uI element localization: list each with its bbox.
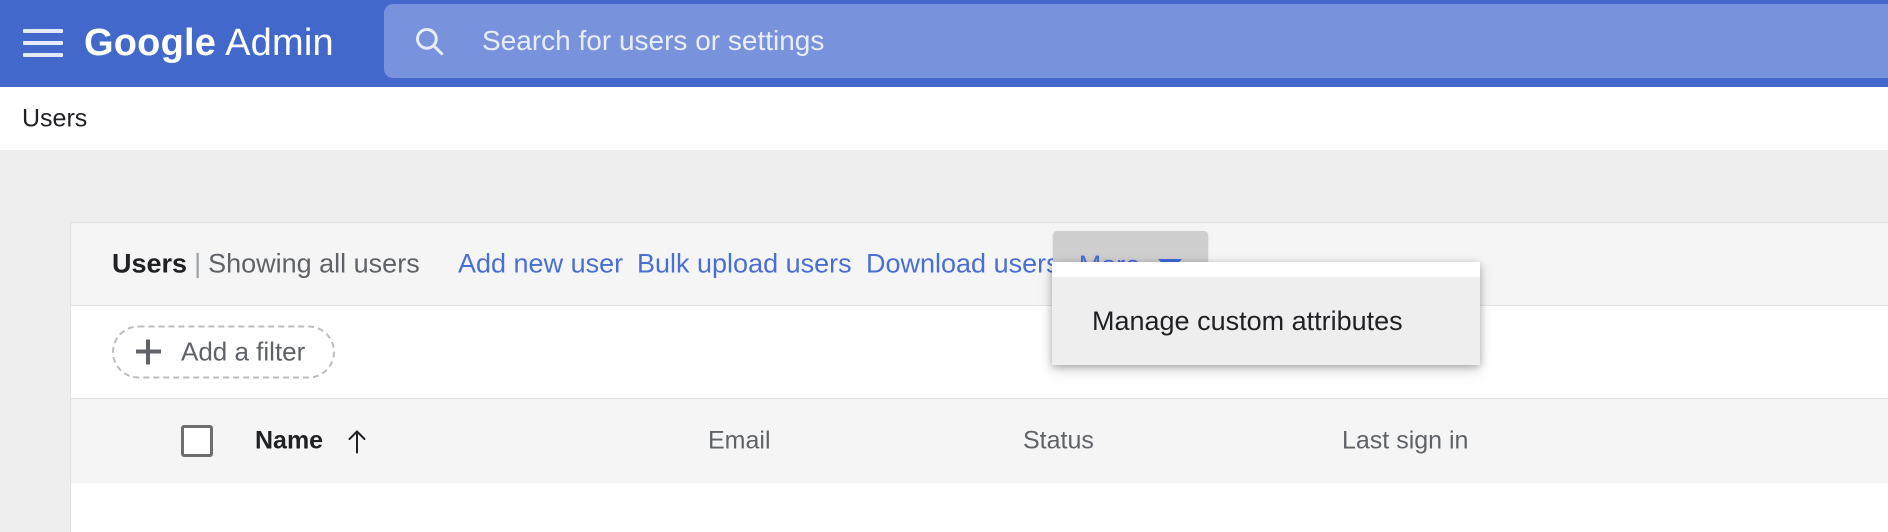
app-bar: Google Admin Search for users or settings — [0, 0, 1888, 87]
download-users-link[interactable]: Download users — [866, 249, 1060, 280]
product-logo: Google Admin — [84, 16, 334, 71]
brand-admin: Admin — [225, 22, 334, 64]
column-header-status[interactable]: Status — [1023, 427, 1094, 456]
arrow-up-icon — [345, 428, 369, 454]
hamburger-bar — [23, 41, 63, 45]
select-all-checkbox[interactable] — [181, 425, 213, 457]
toolbar-title-separator: | — [194, 248, 202, 279]
filter-strip: Add a filter — [71, 306, 1888, 399]
users-toolbar: Users | Showing all users Add new user Bul… — [71, 223, 1888, 306]
users-toolbar-title: Users | Showing all users — [112, 249, 420, 280]
column-header-name-label: Name — [255, 426, 324, 455]
table-header-row: Name Email Status Last sign in — [71, 399, 1888, 483]
breadcrumb-bar: Users — [0, 87, 1888, 150]
add-filter-button[interactable]: Add a filter — [112, 325, 336, 379]
column-header-email[interactable]: Email — [708, 427, 771, 456]
hamburger-menu-icon[interactable] — [23, 24, 63, 62]
users-card: Users | Showing all users Add new user Bul… — [70, 222, 1888, 532]
add-filter-label: Add a filter — [181, 336, 306, 367]
column-header-last-sign-in[interactable]: Last sign in — [1342, 427, 1468, 456]
hamburger-bar — [23, 53, 63, 57]
menu-item-manage-custom-attributes[interactable]: Manage custom attributes — [1052, 277, 1480, 365]
plus-icon — [136, 339, 161, 365]
toolbar-title-sub: Showing all users — [208, 248, 420, 279]
column-header-name[interactable]: Name — [255, 427, 369, 456]
search-input-placeholder: Search for users or settings — [482, 25, 825, 56]
search-icon — [412, 24, 446, 58]
bulk-upload-users-link[interactable]: Bulk upload users — [637, 249, 852, 280]
breadcrumb-users[interactable]: Users — [22, 104, 87, 133]
toolbar-title-main: Users — [112, 248, 188, 279]
more-dropdown-menu: Manage custom attributes — [1052, 262, 1480, 365]
search-bar[interactable]: Search for users or settings — [384, 4, 1888, 78]
brand-google: Google — [84, 22, 217, 64]
add-new-user-link[interactable]: Add new user — [458, 249, 623, 280]
hamburger-bar — [23, 29, 63, 33]
